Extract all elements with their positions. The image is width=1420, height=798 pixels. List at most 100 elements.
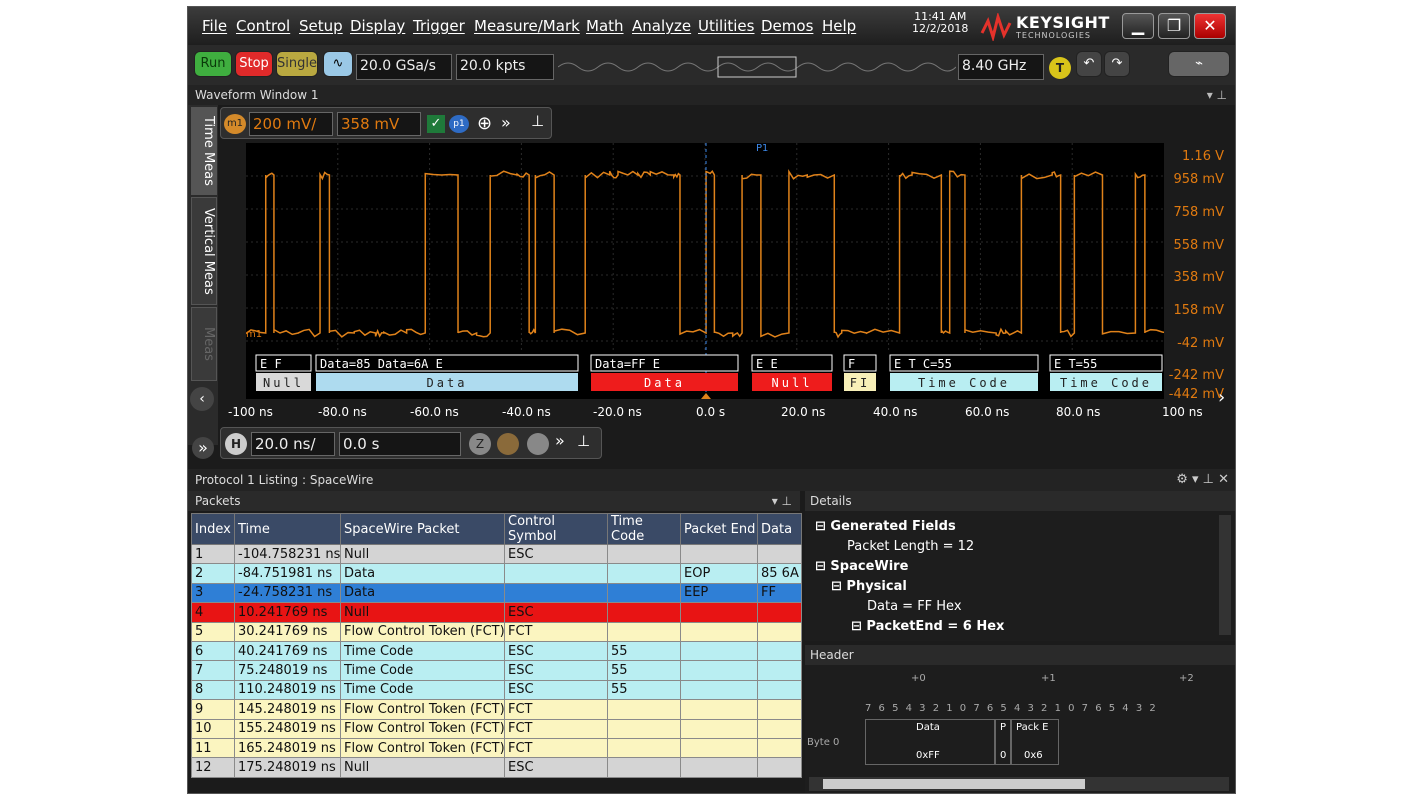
- tree-packet-length[interactable]: Packet Length = 12: [847, 539, 974, 554]
- table-cell: FCT: [504, 699, 608, 720]
- add-icon[interactable]: ⊕: [477, 113, 492, 134]
- column-header[interactable]: Time: [234, 513, 341, 545]
- field-data[interactable]: Data 0xFF: [865, 719, 995, 765]
- column-header[interactable]: Packet End: [680, 513, 758, 545]
- redo-icon[interactable]: ↷: [1104, 51, 1130, 77]
- pin-icon[interactable]: ⊥: [531, 112, 544, 130]
- run-button[interactable]: Run: [194, 51, 232, 77]
- settings-gear-icon[interactable]: ⚙ ▾ ⊥ ✕: [1176, 469, 1229, 491]
- expand-icon[interactable]: »: [555, 431, 565, 450]
- details-scrollbar[interactable]: [1219, 515, 1231, 635]
- menu-utilities[interactable]: Utilities: [698, 17, 754, 35]
- measure-icon[interactable]: ⌁: [1168, 51, 1230, 77]
- pin-icon[interactable]: ⊥: [577, 432, 590, 450]
- vertical-offset-field[interactable]: 358 mV: [337, 112, 421, 136]
- tree-generated-fields[interactable]: ⊟ Generated Fields: [815, 519, 956, 534]
- scroll-thumb[interactable]: [823, 779, 1085, 789]
- table-row[interactable]: 10 155.248019 ns Flow Control Token (FCT) F…: [191, 718, 802, 739]
- menu-help[interactable]: Help: [822, 17, 856, 35]
- table-row[interactable]: 7 75.248019 ns Time Code ESC 55: [191, 660, 802, 681]
- table-row[interactable]: 2 -84.751981 ns Data EOP 85 6A: [191, 563, 802, 584]
- timebase-badge[interactable]: H: [225, 433, 247, 455]
- play-icon[interactable]: [497, 433, 519, 455]
- horizontal-scrollbar[interactable]: [809, 777, 1229, 791]
- brand-name: KEYSIGHT: [1016, 13, 1110, 32]
- table-row[interactable]: 1 -104.758231 ns Null ESC: [191, 543, 802, 565]
- column-header[interactable]: Index: [191, 513, 235, 545]
- menu-measure-mark[interactable]: Measure/Mark: [474, 17, 580, 35]
- menu-trigger[interactable]: Trigger: [413, 17, 465, 35]
- menu-control[interactable]: Control: [236, 17, 290, 35]
- table-cell: ESC: [504, 660, 608, 681]
- menu-setup[interactable]: Setup: [299, 17, 343, 35]
- table-cell: [757, 699, 802, 720]
- ground-marker: m1: [246, 329, 263, 340]
- table-row[interactable]: 9 145.248019 ns Flow Control Token (FCT) FC…: [191, 699, 802, 720]
- search-icon[interactable]: [527, 433, 549, 455]
- waveform-plot[interactable]: E F Null Data=85 Data=6A E Data Data=FF E Dat…: [245, 143, 1169, 399]
- tree-spacewire[interactable]: ⊟ SpaceWire: [815, 559, 908, 574]
- delay-field[interactable]: 0.0 s: [339, 432, 461, 456]
- single-button[interactable]: Single: [276, 51, 318, 77]
- marker-badge[interactable]: p1: [449, 115, 469, 133]
- column-header[interactable]: SpaceWire Packet: [340, 513, 505, 545]
- header-pane-title: Header: [810, 648, 854, 662]
- column-header[interactable]: Data: [757, 513, 802, 545]
- column-header[interactable]: Control Symbol: [504, 513, 608, 545]
- restore-button[interactable]: ❐: [1158, 13, 1190, 39]
- tab-meas[interactable]: Meas: [191, 307, 217, 381]
- menu-math[interactable]: Math: [586, 17, 624, 35]
- expand-icon[interactable]: »: [501, 113, 511, 132]
- table-row[interactable]: 12 175.248019 ns Null ESC: [191, 757, 802, 778]
- table-cell: [607, 699, 681, 720]
- field-p[interactable]: P 0: [995, 719, 1011, 765]
- bandwidth-field[interactable]: 8.40 GHz: [958, 54, 1044, 80]
- chevron-right-icon[interactable]: ›: [1218, 387, 1225, 408]
- scope-display[interactable]: E F Null Data=85 Data=6A E Data Data=FF E Dat…: [245, 143, 1169, 399]
- column-header[interactable]: Time Code: [607, 513, 681, 545]
- overview-waveform-icon[interactable]: [558, 55, 956, 79]
- header-pane: Header +0 +1 +2 7 6 5 4 3 2 1 0 7 6 5 4 …: [805, 645, 1235, 793]
- stop-button[interactable]: Stop: [235, 51, 273, 77]
- chevron-left-icon[interactable]: ‹: [190, 387, 214, 411]
- field-pack-e[interactable]: Pack E 0x6: [1011, 719, 1059, 765]
- table-cell: 9: [191, 699, 235, 720]
- auto-scale-icon[interactable]: ∿: [323, 51, 353, 77]
- trigger-badge[interactable]: T: [1049, 57, 1071, 79]
- tab-time-meas[interactable]: Time Meas: [191, 107, 217, 195]
- channel-badge[interactable]: m1: [224, 114, 246, 134]
- minimize-button[interactable]: ▁: [1122, 13, 1154, 39]
- tree-data[interactable]: Data = FF Hex: [867, 599, 962, 614]
- decode-symbol-text: F: [848, 357, 855, 371]
- pin-icon[interactable]: ▾ ⊥: [772, 491, 792, 511]
- table-cell: [680, 679, 758, 701]
- table-cell: Flow Control Token (FCT): [340, 621, 505, 642]
- memory-depth-field[interactable]: 20.0 kpts: [456, 54, 554, 80]
- table-row[interactable]: 4 10.241769 ns Null ESC: [191, 602, 802, 623]
- table-cell: Time Code: [340, 679, 505, 701]
- table-row[interactable]: 8 110.248019 ns Time Code ESC 55: [191, 679, 802, 701]
- table-row[interactable]: 11 165.248019 ns Flow Control Token (FCT) F…: [191, 737, 802, 759]
- undo-icon[interactable]: ↶: [1076, 51, 1102, 77]
- table-row[interactable]: 3 -24.758231 ns Data EEP FF: [191, 582, 802, 604]
- zoom-icon[interactable]: Z: [469, 433, 491, 455]
- sample-rate-field[interactable]: 20.0 GSa/s: [356, 54, 452, 80]
- menu-file[interactable]: File: [202, 17, 227, 35]
- table-row[interactable]: 6 40.241769 ns Time Code ESC 55: [191, 640, 802, 662]
- t-tick: 80.0 ns: [1056, 405, 1101, 419]
- expand-side-icon[interactable]: »: [192, 437, 214, 459]
- menu-display[interactable]: Display: [350, 17, 405, 35]
- pin-icon[interactable]: ▾ ⊥: [1207, 85, 1227, 105]
- tab-vertical-meas[interactable]: Vertical Meas: [191, 197, 217, 305]
- tree-physical[interactable]: ⊟ Physical: [831, 579, 907, 594]
- clock: 11:41 AM 12/2/2018: [912, 11, 968, 35]
- checkbox-icon[interactable]: ✓: [427, 115, 445, 133]
- vertical-scale-field[interactable]: 200 mV/: [249, 112, 333, 136]
- table-row[interactable]: 5 30.241769 ns Flow Control Token (FCT) FCT: [191, 621, 802, 642]
- close-button[interactable]: ✕: [1194, 13, 1226, 39]
- timebase-field[interactable]: 20.0 ns/: [251, 432, 335, 456]
- table-cell: [607, 543, 681, 565]
- menu-analyze[interactable]: Analyze: [632, 17, 691, 35]
- menu-demos[interactable]: Demos: [761, 17, 813, 35]
- tree-packet-end[interactable]: ⊟ PacketEnd = 6 Hex: [851, 619, 1004, 634]
